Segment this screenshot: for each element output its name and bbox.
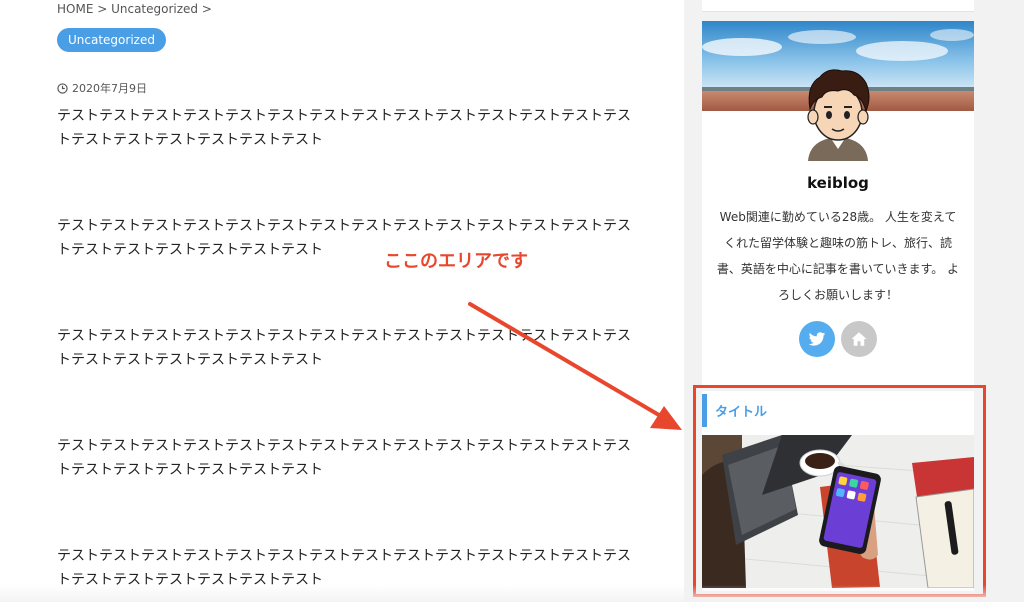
post-date-text: 2020年7月9日 [72,82,147,95]
post-paragraph: テストテストテストテストテストテストテストテストテストテストテストテストテストテ… [57,548,631,588]
widget-image[interactable] [702,435,974,588]
twitter-button[interactable] [799,321,835,357]
main-content: HOME > Uncategorized > Uncategorized 202… [0,0,684,602]
category-badge[interactable]: Uncategorized [57,28,166,52]
post-paragraph: テストテストテストテストテストテストテストテストテストテストテストテストテストテ… [57,438,631,478]
widget-title: タイトル [715,405,768,420]
sidebar-widget: タイトル [702,391,974,591]
twitter-icon [808,332,826,346]
widget-title-bar [702,394,707,427]
post-date: 2020年7月9日 [57,80,147,96]
sidebar-top-widget [702,0,974,12]
profile-card: keiblog Web関連に勤めている28歳。 人生を変えてくれた留学体験と趣味… [702,21,974,385]
annotation-label: ここのエリアです [384,251,528,272]
post-paragraph: テストテストテストテストテストテストテストテストテストテストテストテストテストテ… [57,108,631,148]
breadcrumb[interactable]: HOME > Uncategorized > [57,2,212,16]
post-paragraph: テストテストテストテストテストテストテストテストテストテストテストテストテストテ… [57,218,631,258]
profile-name: keiblog [807,174,869,192]
home-icon [851,332,867,346]
clock-icon [57,82,68,94]
home-button[interactable] [841,321,877,357]
post-paragraph: テストテストテストテストテストテストテストテストテストテストテストテストテストテ… [57,328,631,368]
avatar[interactable] [798,65,878,161]
profile-bio: Web関連に勤めている28歳。 人生を変えてくれた留学体験と趣味の筋トレ、旅行、… [716,210,960,302]
